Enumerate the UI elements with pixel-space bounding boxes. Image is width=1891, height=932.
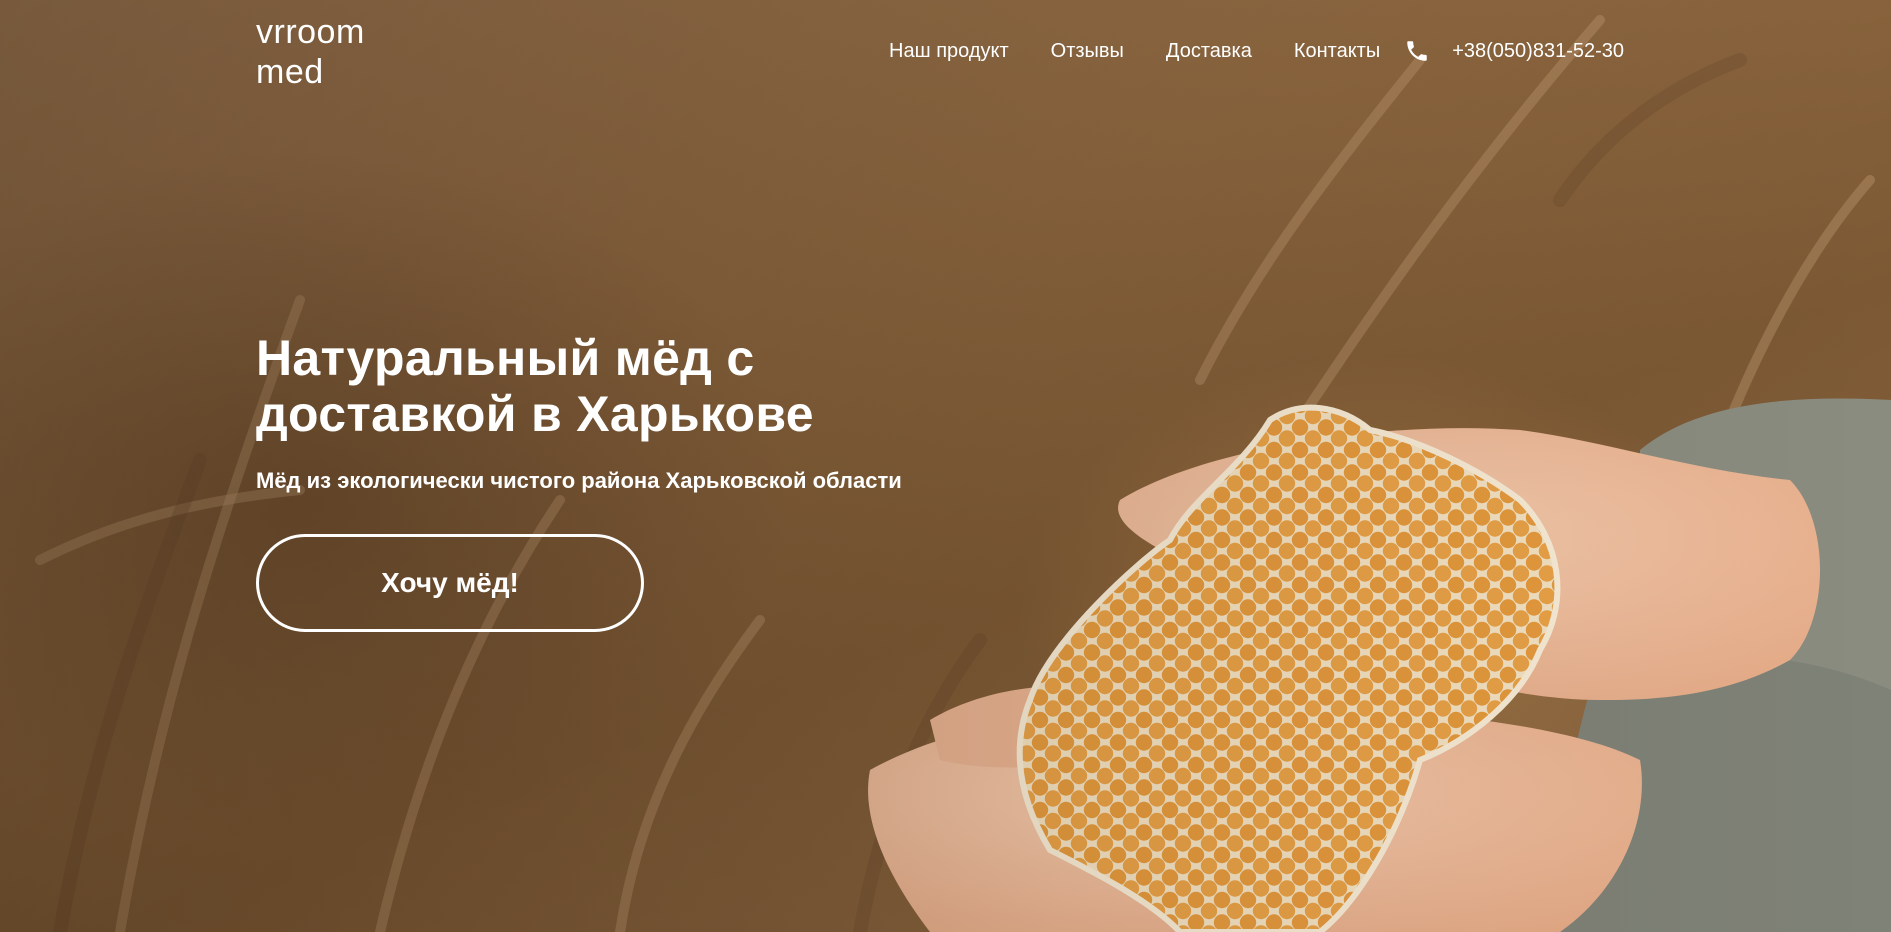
phone-number: +38(050)831-52-30 [1452, 39, 1624, 62]
hero-content: Натуральный мёд с доставкой в Харькове М… [256, 330, 976, 632]
hero-title-line-2: доставкой в Харькове [256, 386, 814, 442]
nav-item-contacts[interactable]: Контакты [1294, 40, 1380, 63]
order-honey-button[interactable]: Хочу мёд! [256, 534, 644, 632]
hero-title-line-1: Натуральный мёд с [256, 330, 755, 386]
nav-item-delivery[interactable]: Доставка [1166, 40, 1252, 63]
logo-line-2: med [256, 53, 324, 91]
order-honey-button-label: Хочу мёд! [381, 567, 519, 598]
hero-subtitle: Мёд из экологически чистого района Харьк… [256, 468, 902, 493]
phone-link[interactable]: +38(050)831-52-30 [1404, 38, 1624, 64]
logo-line-1: vrroom [256, 13, 365, 51]
nav-item-product[interactable]: Наш продукт [889, 40, 1009, 63]
phone-icon [1407, 41, 1427, 61]
main-nav: Наш продукт Отзывы Доставка Контакты +38… [889, 38, 1624, 64]
site-header: vrroom med Наш продукт Отзывы Доставка К… [0, 0, 1891, 110]
hero-title: Натуральный мёд с доставкой в Харькове [256, 330, 976, 442]
nav-item-reviews[interactable]: Отзывы [1051, 40, 1124, 63]
logo[interactable]: vrroom med [256, 12, 365, 92]
